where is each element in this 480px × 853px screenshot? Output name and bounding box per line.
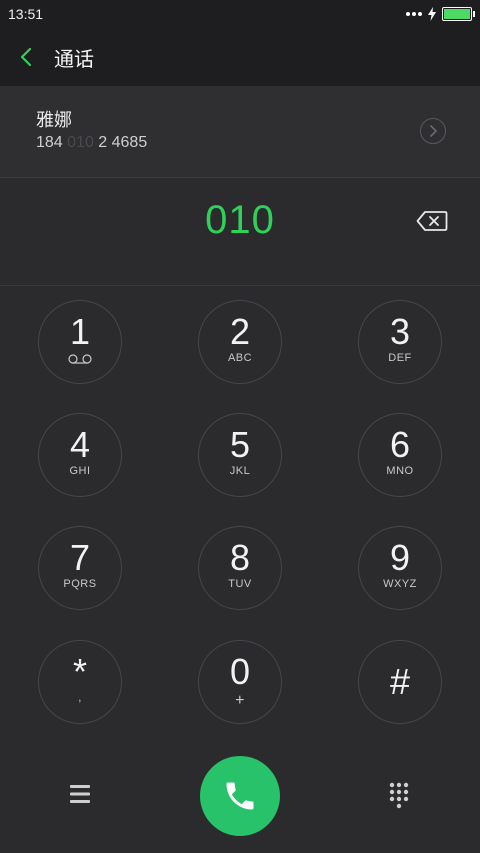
key-digit: 4 (69, 424, 91, 465)
key-9[interactable]: 9 WXYZ (358, 526, 442, 610)
key-letters: , (78, 692, 82, 704)
number-match: 010 (67, 134, 94, 151)
contact-name: 雅娜 (36, 110, 72, 130)
contact-suggestion[interactable]: 雅娜 184 010 2 4685 (0, 86, 480, 178)
battery-icon (442, 7, 475, 21)
detail-chevron-icon (430, 125, 437, 137)
number-prefix: 184 (36, 134, 68, 151)
status-time: 13:51 (8, 6, 44, 22)
key-letters: WXYZ (383, 578, 417, 590)
key-letters: PQRS (63, 578, 97, 590)
contact-number: 184 010 2 4685 (36, 134, 147, 152)
key-5[interactable]: 5 JKL (198, 413, 282, 497)
key-2[interactable]: 2 ABC (198, 300, 282, 384)
contact-detail-button[interactable] (420, 118, 446, 144)
status-bar: 13:51 (0, 0, 480, 28)
key-digit: 1 (69, 311, 91, 352)
key-letters: MNO (386, 465, 414, 477)
key-digit: # (389, 661, 411, 702)
key-letters: + (235, 692, 245, 709)
dialed-number: 010 (205, 198, 275, 242)
key-8[interactable]: 8 TUV (198, 526, 282, 610)
key-hash[interactable]: # (358, 640, 442, 724)
backspace-icon[interactable] (416, 210, 448, 232)
key-letters: ABC (227, 352, 253, 364)
bottom-bar (0, 740, 480, 853)
key-letters: GHI (69, 465, 91, 477)
dialpad-icon[interactable] (388, 782, 410, 810)
key-digit: 8 (229, 537, 251, 578)
key-digit: 9 (389, 537, 411, 578)
key-0[interactable]: 0 + (198, 640, 282, 724)
key-digit: * (72, 651, 87, 692)
voicemail-icon (68, 354, 92, 364)
key-1[interactable]: 1 (38, 300, 122, 384)
key-letters: TUV (228, 578, 252, 590)
key-letters: DEF (388, 352, 412, 364)
menu-icon[interactable] (68, 784, 92, 804)
key-digit: 6 (389, 424, 411, 465)
key-digit: 7 (69, 537, 91, 578)
number-suffix: 2 4685 (93, 134, 148, 151)
charging-icon (428, 7, 436, 21)
key-digit: 0 (229, 651, 251, 692)
key-3[interactable]: 3 DEF (358, 300, 442, 384)
page-title: 通话 (54, 48, 94, 71)
call-button[interactable] (200, 756, 280, 836)
back-arrow-icon (20, 47, 32, 67)
more-dots-icon (406, 12, 422, 16)
key-7[interactable]: 7 PQRS (38, 526, 122, 610)
key-digit: 3 (389, 311, 411, 352)
dial-input-area: 010 (0, 178, 480, 286)
phone-icon (226, 782, 254, 810)
status-icons (406, 7, 475, 21)
key-letters: JKL (229, 465, 251, 477)
back-button[interactable] (20, 43, 36, 71)
key-digit: 2 (229, 311, 251, 352)
key-star[interactable]: *, (38, 640, 122, 724)
key-6[interactable]: 6 MNO (358, 413, 442, 497)
key-digit: 5 (229, 424, 251, 465)
key-4[interactable]: 4 GHI (38, 413, 122, 497)
header: 通话 (0, 28, 480, 86)
